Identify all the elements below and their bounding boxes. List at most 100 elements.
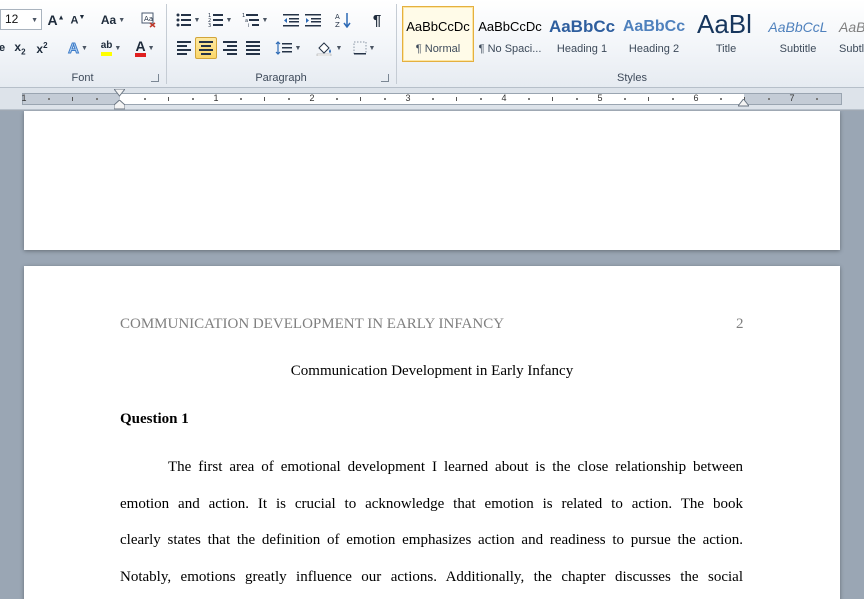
ruler-tick (528, 98, 530, 100)
document-title[interactable]: Communication Development in Early Infan… (24, 363, 840, 380)
ruler-bar[interactable]: 1 1 2 3 4 5 6 7 (21, 93, 842, 105)
superscript-button[interactable]: x2 (32, 37, 52, 59)
grow-font-button[interactable]: A▲ (46, 9, 66, 31)
styles-group: AaBbCcDc ¶ Normal AaBbCcDc ¶ No Spaci...… (400, 0, 864, 88)
horizontal-ruler[interactable]: 1 1 2 3 4 5 6 7 (0, 88, 864, 110)
bold-partial-button[interactable]: e (0, 37, 8, 59)
paragraph-group-label: Paragraph (255, 72, 307, 84)
document-area[interactable]: COMMUNICATION DEVELOPMENT IN EARLY INFAN… (0, 111, 864, 599)
body-line[interactable]: Notably, emotions greatly influence our … (120, 569, 743, 586)
decrease-indent-button[interactable] (281, 9, 301, 31)
body-line[interactable]: The first area of emotional development … (168, 459, 743, 476)
ruler-tick (456, 97, 457, 101)
first-line-indent-marker-icon[interactable] (114, 89, 125, 97)
text-effects-button[interactable]: A ▼ (64, 37, 92, 59)
multilevel-list-icon: 1 a i (242, 13, 259, 27)
align-left-button[interactable] (173, 37, 195, 59)
body-line[interactable]: clearly states that the definition of em… (120, 532, 743, 549)
svg-text:i: i (248, 23, 249, 27)
ruler-tick (144, 98, 146, 100)
multilevel-list-button[interactable]: 1 a i ▼ (239, 9, 271, 31)
ruler-tick (96, 98, 98, 100)
numbering-button[interactable]: 1 2 3 ▼ (205, 9, 235, 31)
style-normal[interactable]: AaBbCcDc ¶ Normal (402, 6, 474, 62)
ruler-tick (816, 98, 818, 100)
chevron-down-icon: ▼ (114, 44, 122, 52)
chevron-down-icon: ▼ (368, 44, 376, 52)
align-left-icon (177, 39, 191, 57)
ruler-tick (240, 98, 242, 100)
clear-formatting-button[interactable]: Aa (138, 9, 160, 31)
font-group: 12 ▼ A▲ A▼ Aa ▼ Aa e x2 x2 A ▼ ab ▼ A ▼ … (0, 0, 165, 88)
sort-button[interactable]: A Z (333, 9, 353, 31)
style-name: Subtl (839, 43, 864, 55)
style-heading-2[interactable]: AaBbCc Heading 2 (618, 6, 690, 62)
svg-text:3: 3 (208, 23, 211, 27)
change-case-button[interactable]: Aa ▼ (98, 9, 128, 31)
pilcrow-icon: ¶ (372, 11, 382, 29)
numbering-icon: 1 2 3 (208, 13, 223, 27)
text-effects-icon: A (68, 39, 80, 57)
highlight-button[interactable]: ab ▼ (95, 37, 127, 59)
font-size-field[interactable]: 12 ▼ (0, 9, 42, 30)
right-indent-marker-icon[interactable] (738, 99, 749, 107)
font-color-button[interactable]: A ▼ (130, 37, 160, 59)
running-header[interactable]: COMMUNICATION DEVELOPMENT IN EARLY INFAN… (120, 316, 504, 333)
page-1[interactable] (24, 111, 840, 250)
chevron-down-icon: ▼ (335, 44, 343, 52)
style-name: ¶ No Spaci... (478, 43, 542, 55)
ruler-tick (432, 98, 434, 100)
chevron-down-icon[interactable]: ▼ (31, 11, 38, 30)
style-sample: AaBl (697, 9, 752, 39)
line-spacing-button[interactable]: ▼ (273, 37, 303, 59)
ruler-tick (576, 98, 578, 100)
style-sample: AaBbCc (548, 17, 616, 36)
line-spacing-icon (275, 41, 292, 55)
svg-text:Z: Z (335, 21, 340, 28)
section-heading[interactable]: Question 1 (120, 411, 189, 428)
ruler-number: 3 (405, 93, 411, 103)
page-2[interactable]: COMMUNICATION DEVELOPMENT IN EARLY INFAN… (24, 266, 840, 599)
shading-button[interactable]: ▼ (313, 37, 345, 59)
ruler-tick (288, 98, 290, 100)
increase-indent-button[interactable] (303, 9, 323, 31)
ruler-number: 1 (21, 93, 27, 103)
align-right-button[interactable] (219, 37, 241, 59)
grow-font-icon: A▲ (47, 12, 65, 28)
font-group-label: Font (71, 72, 94, 84)
ruler-tick (672, 98, 674, 100)
style-sample: AaBbCcDc (406, 19, 470, 34)
ruler-tick (720, 98, 722, 100)
bullets-button[interactable]: ▼ (173, 9, 203, 31)
show-formatting-button[interactable]: ¶ (367, 9, 387, 31)
chevron-down-icon: ▼ (80, 44, 88, 52)
style-title[interactable]: AaBl Title (690, 6, 762, 62)
borders-button[interactable]: ▼ (349, 37, 379, 59)
hanging-indent-marker-icon[interactable] (114, 100, 125, 110)
chevron-down-icon: ▼ (147, 44, 155, 52)
ribbon: 12 ▼ A▲ A▼ Aa ▼ Aa e x2 x2 A ▼ ab ▼ A ▼ … (0, 0, 864, 88)
align-center-button[interactable] (195, 37, 217, 59)
paragraph-dialog-launcher-icon[interactable] (381, 74, 389, 82)
style-name: Heading 1 (556, 43, 608, 55)
format-icon: e (0, 42, 6, 54)
style-heading-1[interactable]: AaBbCc Heading 1 (546, 6, 618, 62)
style-subtitle[interactable]: AaBbCcL Subtitle (762, 6, 834, 62)
borders-icon (353, 41, 367, 55)
page-number[interactable]: 2 (736, 316, 744, 333)
body-line[interactable]: emotion and action. It is crucial to ack… (120, 496, 743, 513)
style-sample: AaBbCcDc (478, 19, 542, 34)
font-dialog-launcher-icon[interactable] (151, 74, 159, 82)
styles-group-label: Styles (617, 72, 647, 84)
shrink-font-button[interactable]: A▼ (68, 9, 88, 31)
shrink-font-icon: A▼ (70, 13, 86, 27)
ruler-tick (72, 97, 73, 101)
decrease-indent-icon (283, 14, 299, 27)
ruler-tick (648, 97, 649, 101)
style-name: Heading 2 (628, 43, 680, 55)
justify-button[interactable] (242, 37, 264, 59)
style-subtle-emphasis[interactable]: AaBbCcL Subtl (834, 6, 864, 62)
subscript-button[interactable]: x2 (10, 37, 30, 59)
style-no-spacing[interactable]: AaBbCcDc ¶ No Spaci... (474, 6, 546, 62)
superscript-icon: x2 (36, 40, 48, 56)
